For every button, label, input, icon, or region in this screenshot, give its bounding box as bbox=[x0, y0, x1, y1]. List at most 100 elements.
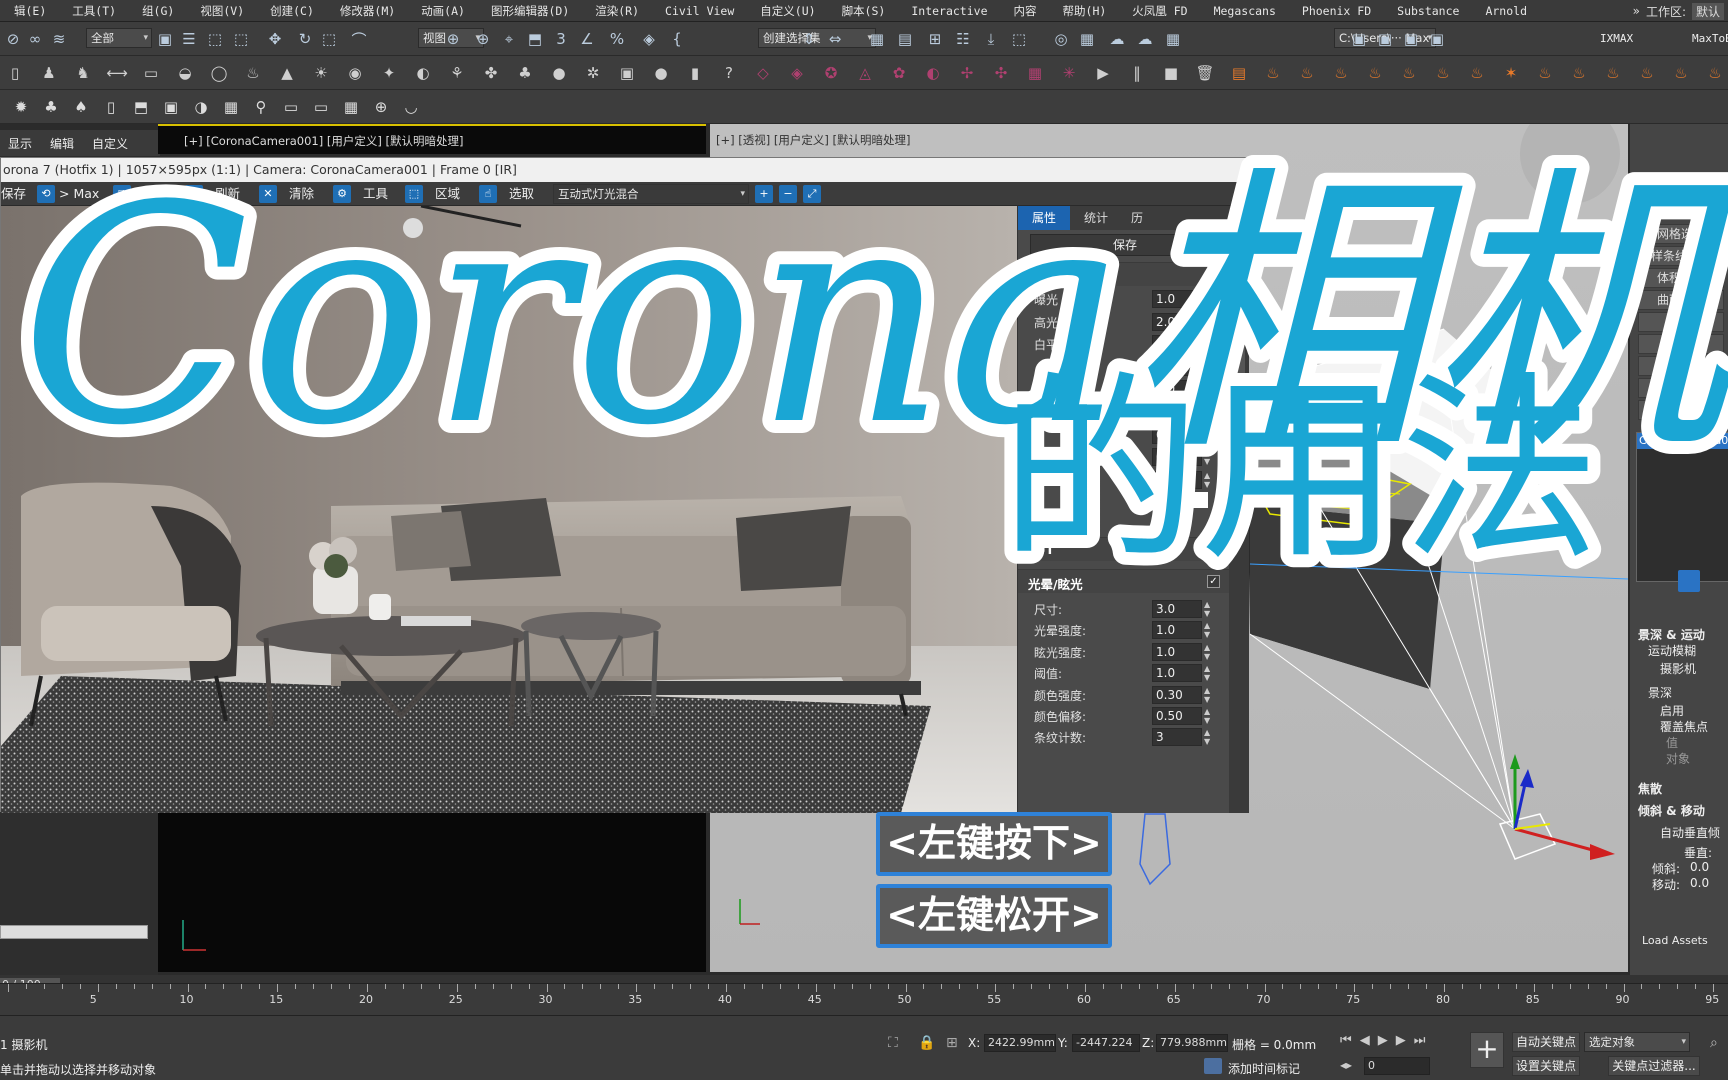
surface-select-button[interactable]: 曲面选择 bbox=[1638, 290, 1724, 310]
mesh-select-button[interactable]: 网格选择 bbox=[1638, 224, 1724, 244]
param-value-field[interactable]: 0.0 bbox=[1152, 470, 1202, 489]
render-tool-36-icon[interactable]: ▤ bbox=[1226, 60, 1252, 86]
render-tool-32-icon[interactable]: ▶ bbox=[1090, 60, 1116, 86]
menu-item-14[interactable]: 帮助(H) bbox=[1049, 3, 1119, 19]
menu-item-3[interactable]: 视图(V) bbox=[186, 3, 256, 19]
bloom-glare-section[interactable]: 光晕/眩光 ✓ bbox=[1018, 569, 1230, 593]
helper-tool-12-icon[interactable]: ⊕ bbox=[368, 94, 394, 120]
isolate-icon[interactable]: ⛶ bbox=[888, 1035, 898, 1051]
tab-display[interactable]: 显示 bbox=[8, 135, 32, 152]
vfb-panel-save-button[interactable]: 保存 bbox=[1030, 234, 1220, 256]
spinner-icon[interactable]: ▲ ▼ bbox=[1204, 664, 1210, 682]
tone-mapping-section[interactable]: 调映射 ✓ bbox=[1018, 262, 1230, 286]
spinner-icon[interactable]: ▲ ▼ bbox=[1204, 403, 1210, 421]
spinner-icon[interactable]: ▲ ▼ bbox=[1204, 471, 1210, 489]
render-tool-41-icon[interactable]: ♨ bbox=[1396, 60, 1422, 86]
render-tool-4-icon[interactable]: ▭ bbox=[138, 60, 164, 86]
render-tool-21-icon[interactable]: ? bbox=[716, 60, 742, 86]
render-tool-17-icon[interactable]: ✲ bbox=[580, 60, 606, 86]
add-time-tag-button[interactable]: 添加时间标记 bbox=[1228, 1060, 1300, 1077]
render-tool-27-icon[interactable]: ◐ bbox=[920, 60, 946, 86]
toolbar-tool-35-icon[interactable]: ◎ bbox=[1048, 26, 1074, 52]
param-value-field[interactable]: 0.50 bbox=[1152, 707, 1202, 725]
search-icon[interactable]: ⌕ bbox=[1710, 1035, 1718, 1051]
render-tool-0-icon[interactable]: ▯ bbox=[2, 60, 28, 86]
focus-object-radio[interactable]: 对象 bbox=[1666, 750, 1690, 767]
spinner-icon[interactable]: ▲ ▼ bbox=[1204, 686, 1210, 704]
render-tool-44-icon[interactable]: ✶ bbox=[1498, 60, 1524, 86]
spinner-icon[interactable]: ▲ ▼ bbox=[1204, 621, 1210, 639]
menu-item-2[interactable]: 组(G) bbox=[128, 3, 186, 19]
pick-icon[interactable]: ☝ bbox=[479, 185, 497, 203]
copy-to-max-icon[interactable]: ⟲ bbox=[37, 185, 55, 203]
tab-customize[interactable]: 自定义 bbox=[92, 135, 128, 152]
menu-item-19[interactable]: Arnold bbox=[1471, 4, 1539, 18]
toolbar-tool-9-icon[interactable]: ✥ bbox=[262, 26, 288, 52]
vfb-copy-to-max-button[interactable]: > Max bbox=[59, 185, 99, 203]
auto-key-button[interactable]: 自动关键点 bbox=[1512, 1032, 1580, 1052]
toolbar-tool-22-icon[interactable]: ◈ bbox=[636, 26, 662, 52]
render-tool-39-icon[interactable]: ♨ bbox=[1328, 60, 1354, 86]
helper-tool-13-icon[interactable]: ◡ bbox=[398, 94, 424, 120]
spinner-icon[interactable]: ▲ ▼ bbox=[1204, 335, 1210, 353]
render-tool-7-icon[interactable]: ♨ bbox=[240, 60, 266, 86]
param-value-field[interactable]: 0.0 bbox=[1152, 425, 1202, 444]
spinner-icon[interactable]: ▲ ▼ bbox=[1204, 380, 1210, 398]
modifier-button-6[interactable] bbox=[1638, 334, 1724, 354]
tab-properties[interactable]: 属性 bbox=[1018, 206, 1070, 230]
render-tool-19-icon[interactable]: ● bbox=[648, 60, 674, 86]
spinner-icon[interactable]: ▲ ▼ bbox=[1204, 600, 1210, 618]
render-tool-40-icon[interactable]: ♨ bbox=[1362, 60, 1388, 86]
lightmix-dropdown[interactable]: 互动式灯光混合 bbox=[553, 184, 749, 204]
tools-gear-icon[interactable]: ⚙ bbox=[333, 185, 351, 203]
set-key-button[interactable]: 设置关键点 bbox=[1512, 1056, 1580, 1076]
render-tool-38-icon[interactable]: ♨ bbox=[1294, 60, 1320, 86]
render-tool-6-icon[interactable]: ◯ bbox=[206, 60, 232, 86]
render-tool-11-icon[interactable]: ✦ bbox=[376, 60, 402, 86]
ixmax-label[interactable]: IXMAX bbox=[1600, 32, 1633, 45]
camera-viewport-label[interactable]: [+] [CoronaCamera001] [用户定义] [默认明暗处理] bbox=[184, 133, 464, 149]
render-tool-16-icon[interactable]: ● bbox=[546, 60, 572, 86]
menu-item-11[interactable]: 脚本(S) bbox=[828, 3, 898, 19]
spline-select-button[interactable]: 样条线选择 bbox=[1638, 246, 1724, 266]
param-value-field[interactable]: 0.0 bbox=[1152, 448, 1202, 467]
menu-item-8[interactable]: 渲染(R) bbox=[581, 3, 651, 19]
toolbar-tool-33-icon[interactable]: ⤓ bbox=[978, 26, 1004, 52]
modifier-stack[interactable]: CoronaCamera001 bbox=[1636, 432, 1728, 582]
explorer-scrollbar[interactable] bbox=[0, 925, 148, 939]
param-value-field[interactable]: 3 bbox=[1152, 728, 1202, 747]
toolbar-tool-20-icon[interactable]: ∠ bbox=[574, 26, 600, 52]
render-tool-47-icon[interactable]: ♨ bbox=[1600, 60, 1626, 86]
modifier-stack-item[interactable]: CoronaCamera001 bbox=[1637, 433, 1728, 449]
param-value-field[interactable]: 1.0 bbox=[1152, 380, 1202, 399]
scrollbar-thumb[interactable] bbox=[1233, 216, 1245, 516]
toolbar-tool-43-icon[interactable]: ▣ bbox=[1372, 26, 1398, 52]
toolbar-tool-26-icon[interactable]: ⇕ bbox=[796, 26, 822, 52]
helper-tool-4-icon[interactable]: ⬒ bbox=[128, 94, 154, 120]
spinner-icon[interactable]: ▲ ▼ bbox=[1204, 448, 1210, 466]
toolbar-tool-37-icon[interactable]: ☁ bbox=[1104, 26, 1130, 52]
zoom-in-icon[interactable]: + bbox=[755, 185, 773, 203]
selected-objects-dropdown[interactable]: 选定对象 bbox=[1584, 1032, 1690, 1052]
render-tool-30-icon[interactable]: ▦ bbox=[1022, 60, 1048, 86]
render-tool-5-icon[interactable]: ◒ bbox=[172, 60, 198, 86]
render-tool-50-icon[interactable]: ♨ bbox=[1702, 60, 1728, 86]
render-tool-2-icon[interactable]: ♞ bbox=[70, 60, 96, 86]
param-value-field[interactable]: 0.30 bbox=[1152, 685, 1202, 704]
playback-controls-icon[interactable]: ⏮◀▶▶⏭ bbox=[1340, 1033, 1433, 1048]
selection-filter-dropdown[interactable]: 全部 bbox=[86, 28, 152, 48]
track-bar[interactable]: 5 10 15 20 25 30 35 40 45 50 55 60 65 70 75 80 85 90 95 bbox=[0, 983, 1728, 1015]
menu-item-7[interactable]: 图形编辑器(D) bbox=[477, 3, 581, 19]
normal-button[interactable]: 法线 bbox=[1638, 356, 1724, 376]
maxtob-label[interactable]: MaxToB bbox=[1692, 32, 1728, 45]
render-tool-23-icon[interactable]: ◈ bbox=[784, 60, 810, 86]
render-tool-37-icon[interactable]: ♨ bbox=[1260, 60, 1286, 86]
render-tool-24-icon[interactable]: ✪ bbox=[818, 60, 844, 86]
menu-item-13[interactable]: 内容 bbox=[1000, 3, 1049, 19]
toolbar-tool-34-icon[interactable]: ⬚ bbox=[1006, 26, 1032, 52]
refresh-icon[interactable]: ↻ bbox=[185, 185, 203, 203]
toolbar-tool-44-icon[interactable]: ▣ bbox=[1398, 26, 1424, 52]
render-tool-20-icon[interactable]: ▮ bbox=[682, 60, 708, 86]
z-coordinate-field[interactable]: 779.988mm bbox=[1156, 1034, 1228, 1052]
camera-viewport-header[interactable]: [+] [CoronaCamera001] [用户定义] [默认明暗处理] bbox=[158, 124, 706, 154]
